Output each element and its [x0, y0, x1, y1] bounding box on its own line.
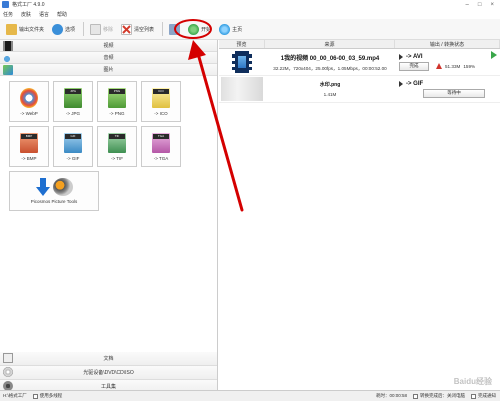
toolbar-divider	[83, 22, 85, 36]
source-meta: 1.41M	[323, 92, 337, 97]
category-audio[interactable]: 音频	[0, 52, 217, 64]
output-format: -> GIF	[406, 80, 424, 87]
window-title: 格式工厂 4.9.0	[12, 2, 45, 8]
status-badge[interactable]: 完成	[399, 61, 429, 71]
menu-language[interactable]: 语言	[39, 11, 49, 18]
gif-icon: GIF	[64, 132, 82, 153]
jpg-icon: JPG	[64, 87, 82, 108]
source-filename: 1我的视频 00_00_06-00_03_59.mp4	[280, 55, 380, 62]
picture-tools-button[interactable]: Picosmos Picture Tools	[9, 171, 99, 211]
clear-list-icon	[121, 23, 133, 35]
image-thumbnail	[221, 77, 263, 101]
task-list: 预览 来源 输出 / 转换状态 1我的视频 00_00_06-00_03_59.…	[219, 40, 500, 390]
status-bar: H:\格式工厂 使用多线程 耗时：00:00:58 转换完成后：关闭电脑 完成通…	[0, 390, 500, 401]
after-convert-checkbox[interactable]: 转换完成后：关闭电脑	[413, 393, 465, 399]
title-bar: 格式工厂 4.9.0 – □ ×	[0, 0, 500, 9]
options-button[interactable]: 选项	[49, 21, 78, 37]
menu-skin[interactable]: 皮肤	[21, 11, 31, 18]
task-row[interactable]: 1我的视频 00_00_06-00_03_59.mp4 32.22M，720x4…	[219, 49, 500, 76]
source-meta: 32.22M，720x404，25.00fps，1.05Mbps，00:00:5…	[273, 65, 387, 71]
format-bmp-button[interactable]: BMP -> BMP	[9, 126, 49, 167]
source-filename: 水印.png	[319, 82, 341, 88]
task-row[interactable]: 水印.png 1.41M -> GIF 等待中	[219, 76, 500, 103]
close-button[interactable]: ×	[490, 2, 494, 8]
ico-icon: ICO	[152, 87, 170, 108]
menu-bar: 任务 皮肤 语言 帮助	[0, 9, 500, 19]
column-output-status[interactable]: 输出 / 转换状态	[395, 40, 500, 48]
toolbar: 输出文件夹 选项 移除 清空列表 开始 主页	[0, 19, 500, 40]
format-gif-button[interactable]: GIF -> GIF	[53, 126, 93, 167]
disc-icon	[3, 367, 13, 377]
document-icon	[3, 353, 13, 363]
image-format-area: -> WebP JPG -> JPG PNG -> PNG ICO -> ICO…	[0, 76, 217, 352]
film-icon	[3, 41, 13, 51]
triangle-right-icon	[399, 53, 403, 60]
image-format-grid: -> WebP JPG -> JPG PNG -> PNG ICO -> ICO…	[9, 81, 208, 167]
menu-help[interactable]: 帮助	[57, 11, 67, 18]
task-list-header: 预览 来源 输出 / 转换状态	[219, 40, 500, 49]
menu-task[interactable]: 任务	[3, 11, 13, 18]
gear-icon	[52, 178, 73, 196]
format-tif-button[interactable]: TIF -> TIF	[97, 126, 137, 167]
video-thumbnail-icon	[232, 51, 252, 73]
size-increase-icon	[436, 63, 442, 69]
checkbox-icon	[413, 393, 418, 399]
task-output: -> GIF 等待中	[395, 76, 500, 102]
app-icon	[2, 1, 9, 8]
category-disc[interactable]: 光驱设备\DVD\CD\ISO	[0, 366, 217, 380]
category-panel: 视频 音频 图片 -> WebP JPG -> JPG PNG -> PNG I…	[0, 40, 218, 394]
triangle-right-icon	[399, 80, 403, 87]
output-format: -> AVI	[406, 53, 423, 60]
picture-icon	[3, 65, 13, 75]
output-folder-button[interactable]: 输出文件夹	[3, 21, 47, 37]
checkbox-icon	[471, 393, 476, 399]
play-icon[interactable]	[490, 51, 498, 59]
elapsed-time: 耗时：00:00:58	[375, 393, 407, 398]
download-arrow-icon	[35, 178, 50, 196]
remove-icon	[90, 23, 102, 35]
maximize-button[interactable]: □	[478, 2, 482, 8]
task-preview	[219, 76, 265, 102]
category-image[interactable]: 图片	[0, 64, 217, 76]
annotation-circle	[174, 19, 212, 39]
options-icon	[52, 23, 64, 35]
remove-button[interactable]: 移除	[87, 21, 116, 37]
multithread-checkbox[interactable]: 使用多线程	[32, 393, 62, 399]
tif-icon: TIF	[108, 132, 126, 153]
tga-icon: TGA	[152, 132, 170, 153]
format-jpg-button[interactable]: JPG -> JPG	[53, 81, 93, 122]
format-png-button[interactable]: PNG -> PNG	[97, 81, 137, 122]
minimize-button[interactable]: –	[466, 2, 469, 8]
task-source: 水印.png 1.41M	[265, 76, 395, 102]
format-tga-button[interactable]: TGA -> TGA	[141, 126, 181, 167]
output-percent: 159%	[463, 63, 476, 69]
music-icon	[3, 53, 13, 63]
home-button[interactable]: 主页	[216, 21, 245, 37]
toolbar-divider	[162, 22, 164, 36]
task-output: -> AVI 完成 51.33M 159%	[395, 49, 500, 75]
category-document[interactable]: 文档	[0, 352, 217, 366]
format-ico-button[interactable]: ICO -> ICO	[141, 81, 181, 122]
output-folder-path[interactable]: H:\格式工厂	[3, 393, 27, 399]
task-source: 1我的视频 00_00_06-00_03_59.mp4 32.22M，720x4…	[265, 49, 395, 75]
bmp-icon: BMP	[20, 132, 38, 153]
task-preview	[219, 49, 265, 75]
output-size: 51.33M	[445, 63, 461, 69]
clear-list-button[interactable]: 清空列表	[118, 21, 157, 37]
status-badge[interactable]: 等待中	[423, 88, 485, 98]
category-video[interactable]: 视频	[0, 40, 217, 52]
checkbox-icon	[32, 393, 38, 399]
notify-checkbox[interactable]: 完成通知	[471, 393, 496, 399]
folder-icon	[6, 23, 17, 35]
column-preview[interactable]: 预览	[219, 40, 265, 48]
webp-icon	[20, 87, 38, 108]
watermark: Baidu经验	[453, 377, 492, 386]
window-controls: – □ ×	[466, 2, 494, 8]
home-icon	[219, 23, 231, 35]
column-source[interactable]: 来源	[265, 40, 395, 48]
png-icon: PNG	[108, 87, 126, 108]
format-webp-button[interactable]: -> WebP	[9, 81, 49, 122]
